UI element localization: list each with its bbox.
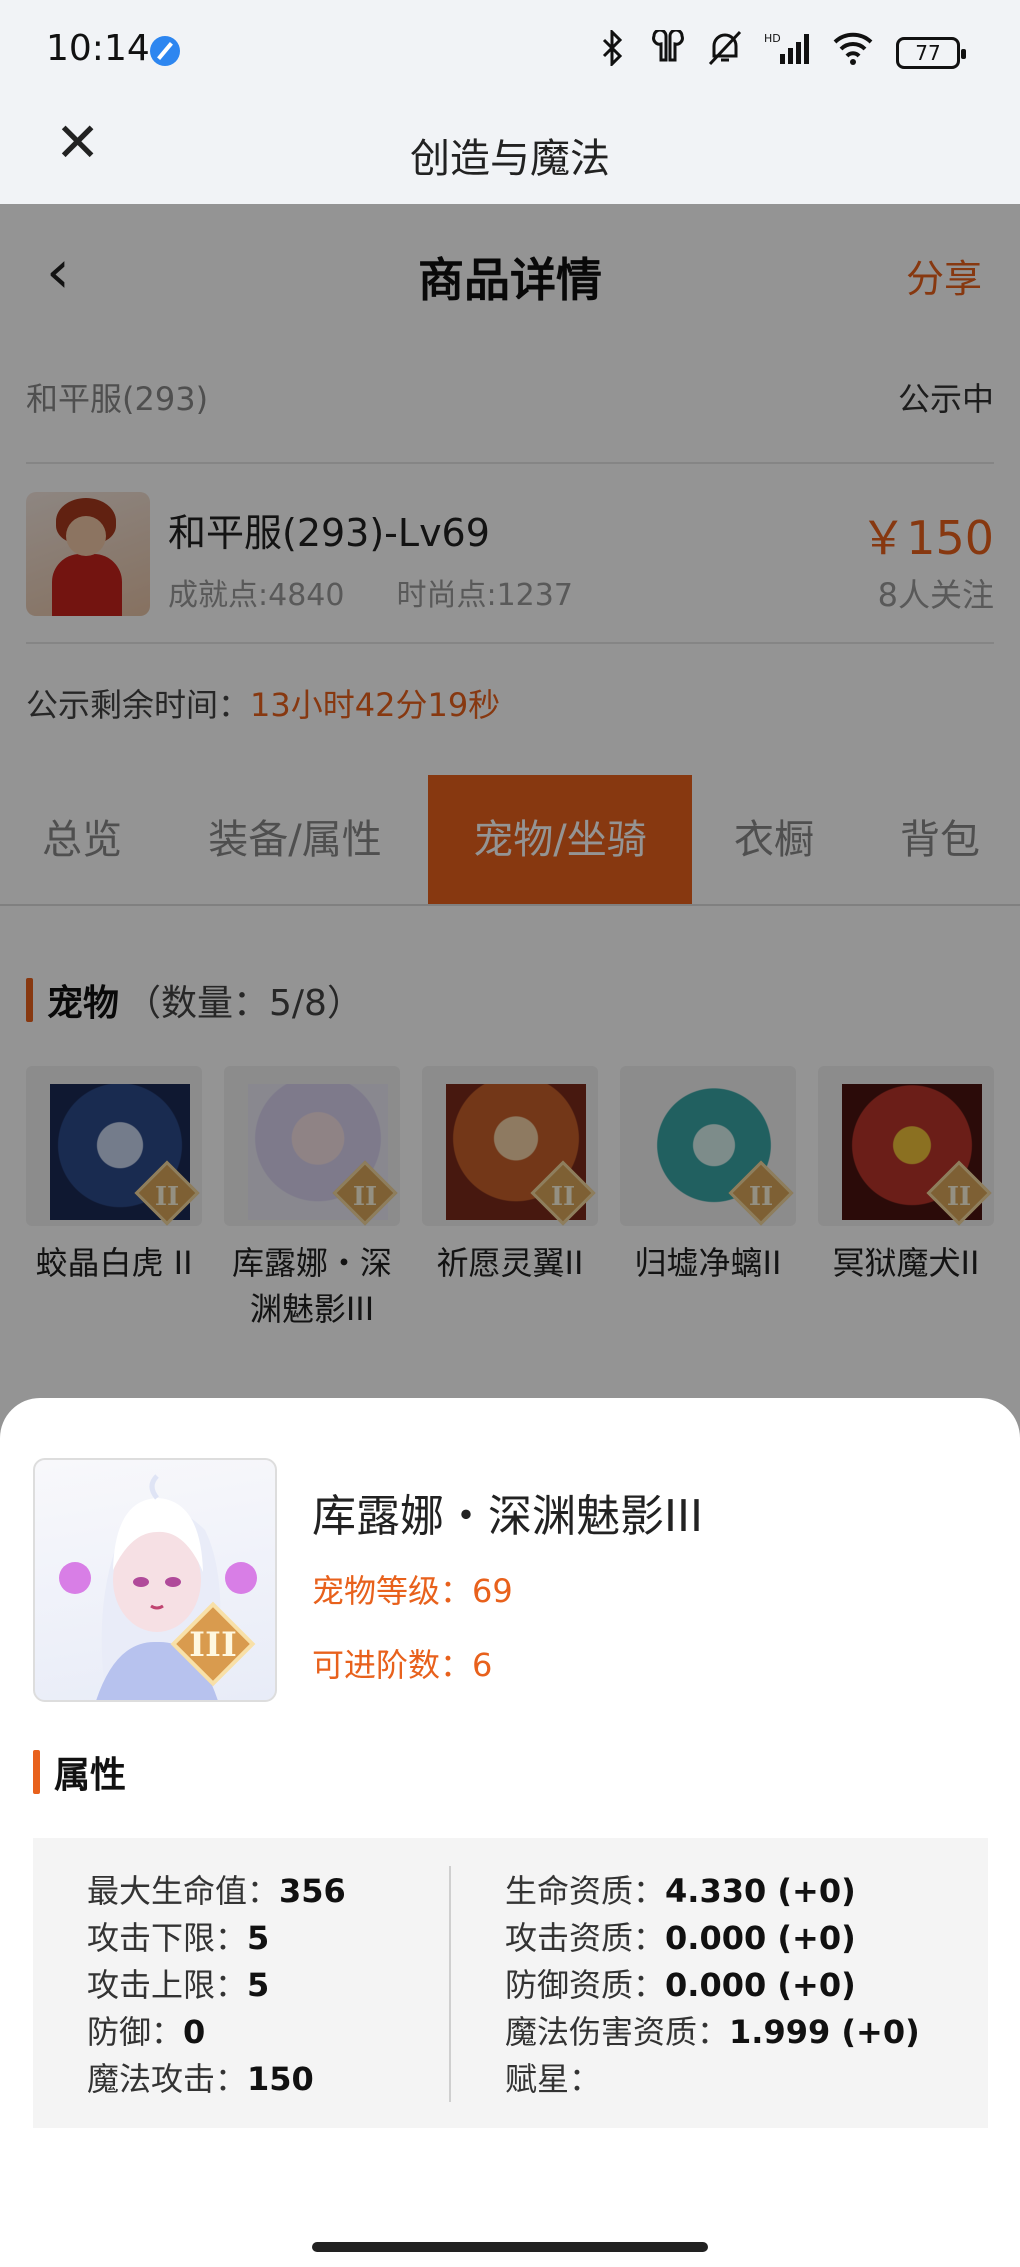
mute-icon [708,30,742,75]
mini-app-title-bar: ✕ 创造与魔法 [0,100,1020,204]
attribute-row: 生命资质：4.330 (+0) [505,1872,856,1910]
pet-level: 宠物等级：69 [312,1572,513,1610]
pet-advance-value: 6 [472,1646,493,1684]
attribute-row: 攻击上限：5 [87,1966,270,2004]
pet-detail-sheet: III 库露娜・深渊魅影III 宠物等级：69 可进阶数：6 属性 最大生命值：… [0,1398,1020,2267]
pet-detail-name: 库露娜・深渊魅影III [312,1491,703,1542]
pet-grade-badge: III [189,1625,237,1665]
attributes-left-column: 最大生命值：356 攻击下限：5 攻击上限：5 防御：0 魔法攻击：150 [87,1866,346,2101]
attributes-title: 属性 [54,1755,127,1796]
attribute-row: 赋星： [505,2060,602,2098]
svg-text:HD: HD [764,32,781,45]
earbuds-icon [650,28,686,75]
compass-icon [150,36,180,66]
pet-portrait: III [33,1458,277,1702]
status-bar: 10:14 HD 77 [0,0,1020,100]
attributes-panel: 最大生命值：356 攻击下限：5 攻击上限：5 防御：0 魔法攻击：150 生命… [33,1838,988,2128]
home-indicator[interactable] [312,2242,708,2252]
pet-level-value: 69 [472,1572,513,1610]
attribute-row: 防御资质：0.000 (+0) [505,1966,856,2004]
attribute-row: 攻击资质：0.000 (+0) [505,1919,856,1957]
battery-icon: 77 [896,36,966,69]
attribute-row: 防御：0 [87,2013,206,2051]
attributes-right-column: 生命资质：4.330 (+0) 攻击资质：0.000 (+0) 防御资质：0.0… [505,1866,920,2101]
pet-advance-count: 可进阶数：6 [312,1646,493,1684]
attributes-section-header: 属性 [33,1746,126,1798]
mini-app-title: 创造与魔法 [410,136,610,182]
bluetooth-icon [598,28,628,75]
attribute-row: 魔法伤害资质：1.999 (+0) [505,2013,920,2051]
wifi-icon [832,30,874,75]
section-accent-bar [33,1750,40,1794]
status-icons: HD 77 [598,28,966,75]
column-divider [449,1866,451,2102]
status-time: 10:14 [46,28,150,69]
signal-icon: HD [764,30,810,75]
attribute-row: 最大生命值：356 [87,1872,346,1910]
attribute-row: 魔法攻击：150 [87,2060,314,2098]
attribute-row: 攻击下限：5 [87,1919,270,1957]
